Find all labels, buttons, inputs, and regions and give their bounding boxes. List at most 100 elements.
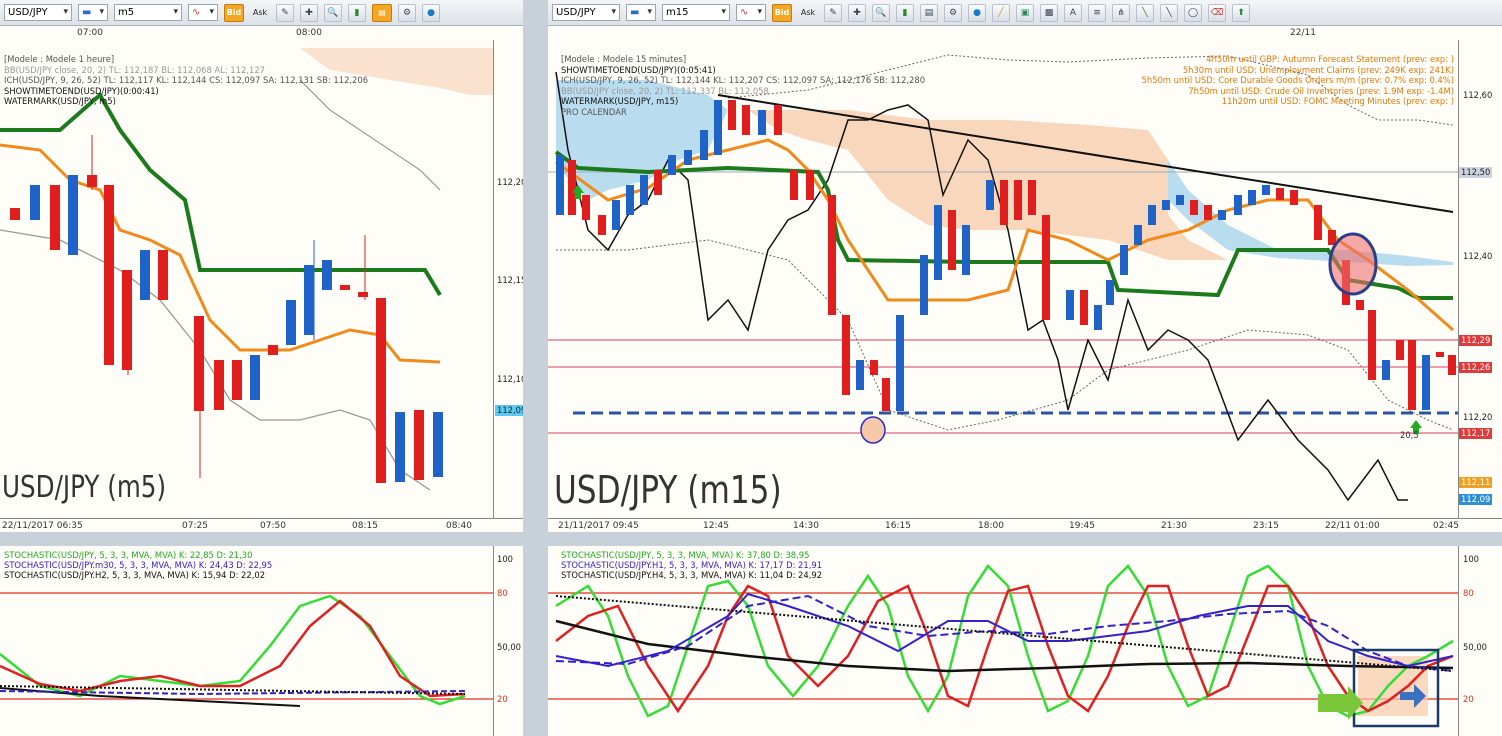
right-chart-panel[interactable]: USD/JPY ▬ m15 ∿ Bid Ask ✎ ✚ 🔍 ▮ ▤ ⚙ ● ╱ … [548,0,1502,532]
stoch-legend-line: STOCHASTIC(USD/JPY, 5, 3, 3, MVA, MVA) K… [561,550,810,560]
x-tick: 12:45 [703,521,729,531]
right-toolbar: USD/JPY ▬ m15 ∿ Bid Ask ✎ ✚ 🔍 ▮ ▤ ⚙ ● ╱ … [548,0,1502,26]
crosshair-icon[interactable]: ✚ [300,3,318,22]
candle-icon[interactable]: ▮ [896,3,914,22]
indicator-icon: ∿ [192,7,201,18]
channel-icon[interactable]: ╲ [1160,3,1178,22]
arrow-up-icon[interactable]: ⬆ [1232,3,1250,22]
price-tag: 112,17 [1459,428,1493,439]
watermark: USD/JPY (m5) [2,470,167,505]
price-tag: 112,29 [1459,335,1493,346]
highlight-circle [1328,232,1378,296]
indicator-select[interactable]: ∿ [736,4,766,21]
vertical-splitter[interactable] [523,0,548,736]
candle-icon[interactable]: ▮ [348,3,366,22]
left-price-chart[interactable] [0,40,493,518]
symbol-select[interactable]: USD/JPY [552,4,620,21]
stoch-legend-line: STOCHASTIC(USD/JPY.H2, 5, 3, 3, MVA, MVA… [4,570,266,580]
time-marker: 08:00 [296,28,322,38]
legend-line: ICH(USD/JPY, 9, 26, 52) TL: 112,144 KL: … [561,75,926,85]
right-stochastic-panel[interactable]: STOCHASTIC(USD/JPY, 5, 3, 3, MVA, MVA) K… [548,546,1502,736]
ruler-icon[interactable]: ╱ [992,3,1010,22]
stoch-tick: 50,00 [497,642,521,652]
timeframe-select[interactable]: m15 [662,4,730,21]
lines-icon[interactable]: ≡ [1088,3,1106,22]
tenkan-line [0,143,441,364]
legend-line: [Modele : Modele 15 minutes] [561,54,687,64]
settings-icon[interactable]: ⚙ [944,3,962,22]
indicator-select[interactable]: ∿ [188,4,218,21]
bid-button[interactable]: Bid [224,3,244,22]
ask-button[interactable]: Ask [250,4,270,22]
crosshair-icon[interactable]: ✚ [848,3,866,22]
symbol-label: USD/JPY [8,7,48,18]
ellipse-icon[interactable]: ◯ [1184,3,1202,22]
stoch-tick: 80 [1463,588,1474,598]
watermark: USD/JPY (m15) [554,468,782,512]
x-tick: 08:15 [352,521,378,531]
legend-line: SHOWTIMETOEND(USD/JPY)(0:05:41) [561,64,716,75]
symbol-label: USD/JPY [556,7,596,18]
draw-tool-icon[interactable]: ✎ [276,3,294,22]
trendline-icon[interactable]: ╲ [1136,3,1154,22]
annotation-icon[interactable]: ▤ [372,3,392,22]
x-tick: 07:50 [260,521,286,531]
timeframe-label: m5 [118,7,135,18]
x-tick: 02:45 [1433,521,1459,531]
calendar-event: 4h50m until GBP: Autumn Forecast Stateme… [1206,54,1454,64]
right-legend: [Modele : Modele 15 minutes] SHOWTIMETOE… [561,54,925,117]
screen-icon[interactable]: ▩ [1040,3,1058,22]
left-stoch-legend: STOCHASTIC(USD/JPY, 5, 3, 3, MVA, MVA) K… [4,550,272,580]
right-time-header: 22/11 [548,28,1458,40]
price-tag: 112,09 [1459,494,1493,505]
left-price-scale[interactable]: 112,20 112,15 112,10 112,097 [493,40,523,518]
x-tick: 23:15 [1253,521,1279,531]
candles [10,135,443,483]
legend-line: BB(USD/JPY close, 20, 2) TL: 112,187 BL:… [4,64,265,75]
picture-icon[interactable]: ▣ [1016,3,1034,22]
price-tick: 112,60 [1463,90,1493,100]
left-chart-panel[interactable]: USD/JPY ▬ m5 ∿ Bid Ask ✎ ✚ 🔍 ▮ ▤ ⚙ ● 07:… [0,0,523,532]
left-legend: [Modele : Modele 1 heure] BB(USD/JPY clo… [4,54,368,107]
stoch-h2 [0,687,301,707]
bid-button[interactable]: Bid [772,3,792,22]
timeframe-select[interactable]: m5 [114,4,182,21]
globe-icon[interactable]: ● [968,3,986,22]
chart-type-select[interactable]: ▬ [626,4,656,21]
low-circle [860,416,886,444]
ask-button[interactable]: Ask [798,4,818,22]
stoch-legend-line: STOCHASTIC(USD/JPY.H4, 5, 3, 3, MVA, MVA… [561,570,823,580]
settings-icon[interactable]: ⚙ [398,3,416,22]
legend-line: [Modele : Modele 1 heure] [4,54,115,64]
zoom-icon[interactable]: 🔍 [324,3,342,22]
price-tag: 112,11 [1459,477,1493,488]
legend-line: BB(USD/JPY close, 20, 2) TL: 112,337 BL:… [561,85,769,96]
annotation-icon[interactable]: ▤ [920,3,938,22]
stoch-tick: 20 [1463,694,1474,704]
left-stochastic-panel[interactable]: STOCHASTIC(USD/JPY, 5, 3, 3, MVA, MVA) K… [0,546,523,736]
eraser-icon[interactable]: ⌫ [1208,3,1226,22]
right-stoch-legend: STOCHASTIC(USD/JPY, 5, 3, 3, MVA, MVA) K… [561,550,822,580]
left-horizontal-splitter[interactable] [0,532,523,546]
right-horizontal-splitter[interactable] [548,532,1502,546]
x-tick: 22/11/2017 06:35 [2,521,83,531]
globe-icon[interactable]: ● [422,3,440,22]
stoch-tick: 100 [1463,554,1479,564]
price-tick: 112,40 [1463,251,1493,261]
x-tick: 08:40 [446,521,472,531]
stoch-legend-line: STOCHASTIC(USD/JPY, 5, 3, 3, MVA, MVA) K… [4,550,253,560]
ask-label: Ask [252,8,268,17]
stoch-legend-line: STOCHASTIC(USD/JPY.H1, 5, 3, 3, MVA, MVA… [561,560,823,570]
right-stoch-scale: 100 80 50,00 20 [1458,546,1502,736]
right-price-scale[interactable]: 112,60 112,50 112,40 112,29 112,26 112,2… [1458,40,1502,518]
left-time-header: 07:00 08:00 [0,28,500,40]
text-icon[interactable]: A [1064,3,1082,22]
draw-tool-icon[interactable]: ✎ [824,3,842,22]
fork-icon[interactable]: ⋔ [1112,3,1130,22]
symbol-select[interactable]: USD/JPY [4,4,72,21]
left-stoch-scale: 100 80 50,00 20 [493,546,523,736]
current-price-tag: 112,097 [495,405,523,416]
chart-type-icon: ▬ [630,7,640,18]
chart-type-select[interactable]: ▬ [78,4,108,21]
zoom-icon[interactable]: 🔍 [872,3,890,22]
